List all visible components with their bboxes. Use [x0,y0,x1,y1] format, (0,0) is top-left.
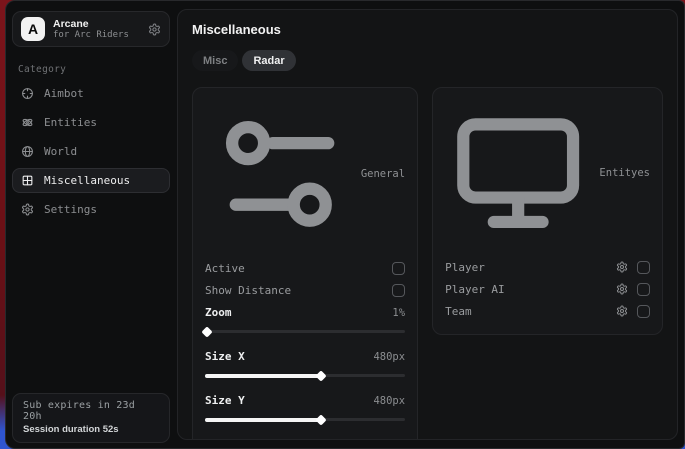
sidebar-item-world[interactable]: World [12,139,170,164]
row-label: Zoom [205,306,232,319]
sidebar-item-label: Miscellaneous [44,174,130,187]
monitor-icon [445,100,591,246]
main-panel: Miscellaneous MiscRadar General Active Sh… [177,9,678,440]
slider[interactable] [205,415,405,425]
checkbox[interactable] [637,283,650,296]
sidebar-item-label: Entities [44,116,97,129]
general-card-header: General [205,100,405,248]
entities-card-title: Entityes [599,167,650,179]
sidebar-item-label: Aimbot [44,87,84,100]
slider-fill [205,418,321,422]
slider[interactable] [205,327,405,337]
general-rows: ActiveShow DistanceZoom1%Size X480pxSize… [205,258,405,440]
brand-name: Arcane [53,18,140,30]
row-label: Active [205,262,245,275]
sidebar-item-aimbot[interactable]: Aimbot [12,81,170,106]
slider[interactable] [205,371,405,381]
entity-row-team: Team [445,300,650,322]
page-title: Miscellaneous [192,22,663,37]
sidebar-item-miscellaneous[interactable]: Miscellaneous [12,168,170,193]
slider-value: 480px [373,395,405,407]
general-card: General Active Show Distance Zoom 1% Size X 4… [192,87,418,440]
entities-card-header: Entityes [445,100,650,246]
row-label: Player [445,261,485,274]
tab-radar[interactable]: Radar [242,50,295,71]
sliders-icon [205,100,353,248]
row-label: Color outline [205,438,291,440]
row-show-distance: Show Distance [205,280,405,302]
crosshair-icon [21,87,34,100]
slider-value: 1% [392,307,405,319]
entities-icon [21,116,34,129]
row-label: Show Distance [205,284,291,297]
brand-card: A Arcane for Arc Riders [12,11,170,47]
checkbox[interactable] [637,305,650,318]
slider-block-size-y: Size Y 480px [205,390,405,425]
gear-icon [21,203,34,216]
row-label: Size X [205,350,245,363]
entity-row-player-ai: Player AI [445,278,650,300]
sub-expiry-text: Sub expires in 23d 20h [23,400,159,422]
sidebar-item-settings[interactable]: Settings [12,197,170,222]
gear-icon[interactable] [616,261,628,273]
grid-icon [21,174,34,187]
row-label: Team [445,305,472,318]
slider-value: 480px [373,351,405,363]
brand-logo: A [21,17,45,41]
slider-block-zoom: Zoom 1% [205,302,405,337]
entity-row-player: Player [445,256,650,278]
sidebar-item-label: Settings [44,203,97,216]
sidebar-item-entities[interactable]: Entities [12,110,170,135]
cards-row: General Active Show Distance Zoom 1% Size X 4… [192,87,663,440]
sidebar-nav: Aimbot Entities World Miscellaneous Settings [6,81,176,222]
category-label: Category [18,64,176,75]
gear-icon[interactable] [148,23,161,36]
sidebar: A Arcane for Arc Riders Category Aimbot E… [6,1,176,448]
slider-thumb[interactable] [201,326,212,337]
entities-rows: Player Player AI Team [445,256,650,322]
slider-track [205,330,405,333]
globe-icon [21,145,34,158]
general-card-title: General [361,168,405,180]
slider-thumb[interactable] [315,370,326,381]
row-color-outline: Color outline [205,434,405,440]
row-label: Player AI [445,283,505,296]
session-duration-text: Session duration 52s [23,424,159,435]
slider-block-size-x: Size X 480px [205,346,405,381]
brand-text: Arcane for Arc Riders [53,18,140,40]
brand-subtitle: for Arc Riders [53,30,140,40]
subscription-card: Sub expires in 23d 20h Session duration … [12,393,170,443]
slider-fill [205,374,321,378]
row-label: Size Y [205,394,245,407]
slider-thumb[interactable] [315,414,326,425]
checkbox[interactable] [392,284,405,297]
row-active: Active [205,258,405,280]
checkbox[interactable] [392,262,405,275]
tab-bar: MiscRadar [192,50,663,71]
sidebar-item-label: World [44,145,77,158]
gear-icon[interactable] [616,305,628,317]
tab-misc[interactable]: Misc [192,50,238,71]
entities-card: Entityes Player Player AI Team [432,87,663,335]
gear-icon[interactable] [616,283,628,295]
app-window: A Arcane for Arc Riders Category Aimbot E… [5,0,685,449]
checkbox[interactable] [637,261,650,274]
